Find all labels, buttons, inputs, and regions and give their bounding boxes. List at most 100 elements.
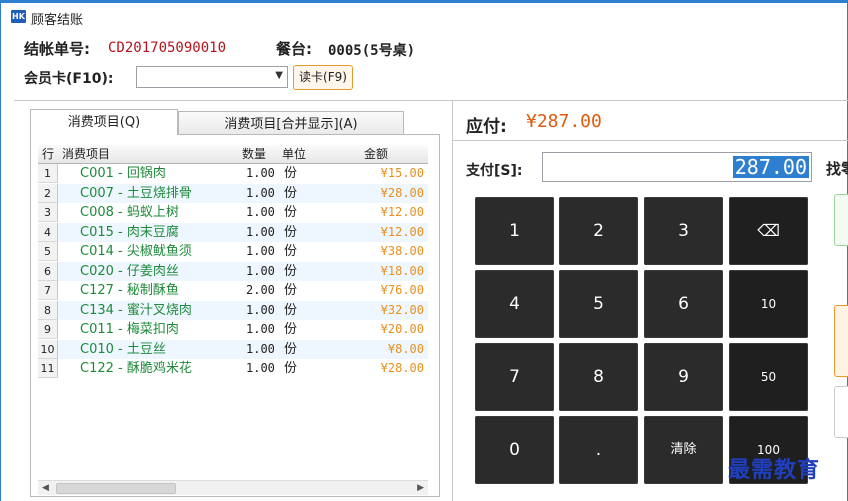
table-row[interactable]: 1 C001 - 回锅肉 1.00 份 ¥15.00 bbox=[38, 164, 428, 183]
row-number: 8 bbox=[38, 300, 58, 320]
grid-header: 行 消费项目 数量 单位 金额 bbox=[38, 145, 428, 164]
tab-items-merged[interactable]: 消费项目[合并显示](A) bbox=[178, 111, 404, 135]
item-unit: 份 bbox=[284, 185, 298, 201]
row-number: 1 bbox=[38, 164, 58, 183]
title-bar: HK 顾客结账 bbox=[1, 3, 847, 28]
divider-vertical bbox=[452, 100, 453, 501]
col-amount: 金额 bbox=[364, 147, 389, 161]
key-clear[interactable]: 清除 bbox=[644, 416, 723, 484]
key-7[interactable]: 7 bbox=[475, 343, 554, 411]
table-row[interactable]: 2 C007 - 土豆烧排骨 1.00 份 ¥28.00 bbox=[38, 183, 428, 203]
item-unit: 份 bbox=[284, 341, 298, 357]
row-number: 9 bbox=[38, 320, 58, 339]
item-amount: ¥76.00 bbox=[380, 283, 424, 297]
key-2[interactable]: 2 bbox=[559, 197, 638, 265]
read-card-button[interactable]: 读卡(F9) bbox=[293, 65, 353, 90]
table-row[interactable]: 6 C020 - 仔姜肉丝 1.00 份 ¥18.00 bbox=[38, 261, 428, 281]
watermark-logo: 最需教育 bbox=[728, 457, 821, 483]
table-row[interactable]: 5 C014 - 尖椒鱿鱼须 1.00 份 ¥38.00 bbox=[38, 242, 428, 261]
row-number: 5 bbox=[38, 242, 58, 261]
key-6[interactable]: 6 bbox=[644, 270, 723, 338]
key-5[interactable]: 5 bbox=[559, 270, 638, 338]
item-unit: 份 bbox=[284, 263, 298, 279]
item-qty: 1.00 bbox=[246, 322, 275, 336]
scroll-left-icon[interactable]: ◀ bbox=[42, 481, 49, 495]
row-number: 10 bbox=[38, 339, 58, 359]
key-1[interactable]: 1 bbox=[475, 197, 554, 265]
item-amount: ¥12.00 bbox=[380, 205, 424, 219]
item-amount: ¥32.00 bbox=[380, 302, 424, 317]
item-qty: 1.00 bbox=[246, 224, 275, 239]
item-qty: 1.00 bbox=[246, 166, 275, 180]
key-10[interactable]: 10 bbox=[729, 270, 808, 338]
key-4[interactable]: 4 bbox=[475, 270, 554, 338]
key-9[interactable]: 9 bbox=[644, 343, 723, 411]
item-name: C127 - 秘制酥鱼 bbox=[80, 283, 179, 298]
table-row[interactable]: 10 C010 - 土豆丝 1.00 份 ¥8.00 bbox=[38, 339, 428, 359]
table-row[interactable]: 4 C015 - 肉末豆腐 1.00 份 ¥12.00 bbox=[38, 222, 428, 242]
col-qty: 数量 bbox=[242, 147, 267, 161]
item-unit: 份 bbox=[284, 166, 298, 181]
amount-due-label: 应付: bbox=[466, 117, 507, 137]
item-qty: 1.00 bbox=[246, 244, 275, 258]
dropdown-arrow-icon[interactable]: ▼ bbox=[275, 70, 283, 81]
item-amount: ¥28.00 bbox=[380, 185, 424, 200]
tab-items[interactable]: 消费项目(Q) bbox=[30, 109, 178, 135]
side-button[interactable] bbox=[834, 386, 848, 438]
item-amount: ¥38.00 bbox=[380, 244, 424, 258]
row-number: 2 bbox=[38, 183, 58, 203]
key-0[interactable]: 0 bbox=[475, 416, 554, 484]
table-row[interactable]: 9 C011 - 梅菜扣肉 1.00 份 ¥20.00 bbox=[38, 320, 428, 339]
item-qty: 1.00 bbox=[246, 302, 275, 317]
amount-due-value: ¥287.00 bbox=[526, 111, 602, 132]
row-number: 7 bbox=[38, 281, 58, 300]
member-card-select[interactable]: ▼ bbox=[136, 66, 288, 88]
order-no-label: 结帐单号: bbox=[24, 40, 90, 58]
item-unit: 份 bbox=[284, 244, 298, 259]
item-name: C011 - 梅菜扣肉 bbox=[80, 322, 179, 337]
pay-amount-value: 287.00 bbox=[732, 155, 809, 179]
pay-amount-input[interactable]: 287.00 bbox=[542, 152, 812, 182]
window-title: 顾客结账 bbox=[31, 13, 84, 28]
horizontal-scrollbar[interactable]: ◀ ▶ bbox=[38, 480, 428, 495]
scrollbar-thumb[interactable] bbox=[56, 483, 176, 494]
item-unit: 份 bbox=[284, 302, 298, 318]
side-button-green[interactable] bbox=[834, 194, 848, 246]
table-row[interactable]: 7 C127 - 秘制酥鱼 2.00 份 ¥76.00 bbox=[38, 281, 428, 300]
divider bbox=[14, 100, 848, 101]
key-8[interactable]: 8 bbox=[559, 343, 638, 411]
item-unit: 份 bbox=[284, 205, 298, 220]
item-amount: ¥28.00 bbox=[380, 361, 424, 375]
table-row[interactable]: 11 C122 - 酥脆鸡米花 1.00 份 ¥28.00 bbox=[38, 359, 428, 378]
table-label: 餐台: bbox=[276, 40, 312, 58]
pay-label: 支付[S]: bbox=[466, 163, 523, 179]
backspace-icon[interactable]: ⌫ bbox=[729, 197, 808, 265]
key-dot[interactable]: . bbox=[559, 416, 638, 484]
item-name: C020 - 仔姜肉丝 bbox=[80, 263, 179, 279]
table-row[interactable]: 8 C134 - 蜜汁叉烧肉 1.00 份 ¥32.00 bbox=[38, 300, 428, 320]
member-card-label: 会员卡(F10): bbox=[24, 71, 114, 87]
item-name: C014 - 尖椒鱿鱼须 bbox=[80, 244, 192, 259]
item-name: C001 - 回锅肉 bbox=[80, 166, 166, 181]
col-row: 行 bbox=[42, 147, 55, 161]
scroll-right-icon[interactable]: ▶ bbox=[417, 481, 424, 495]
item-unit: 份 bbox=[284, 322, 298, 337]
item-name: C134 - 蜜汁叉烧肉 bbox=[80, 302, 192, 318]
table-row[interactable]: 3 C008 - 蚂蚁上树 1.00 份 ¥12.00 bbox=[38, 203, 428, 222]
change-label: 找零 bbox=[826, 160, 848, 178]
item-amount: ¥15.00 bbox=[380, 166, 424, 180]
key-3[interactable]: 3 bbox=[644, 197, 723, 265]
item-unit: 份 bbox=[284, 361, 298, 376]
key-50[interactable]: 50 bbox=[729, 343, 808, 411]
col-item: 消费项目 bbox=[62, 147, 111, 161]
item-name: C122 - 酥脆鸡米花 bbox=[80, 361, 192, 376]
item-qty: 1.00 bbox=[246, 205, 275, 219]
app-icon: HK bbox=[11, 10, 26, 23]
row-number: 11 bbox=[38, 359, 58, 378]
item-qty: 1.00 bbox=[246, 263, 275, 278]
item-unit: 份 bbox=[284, 224, 298, 240]
item-qty: 1.00 bbox=[246, 185, 275, 200]
divider bbox=[453, 140, 848, 141]
col-unit: 单位 bbox=[282, 147, 307, 161]
side-button-orange[interactable] bbox=[834, 305, 848, 377]
